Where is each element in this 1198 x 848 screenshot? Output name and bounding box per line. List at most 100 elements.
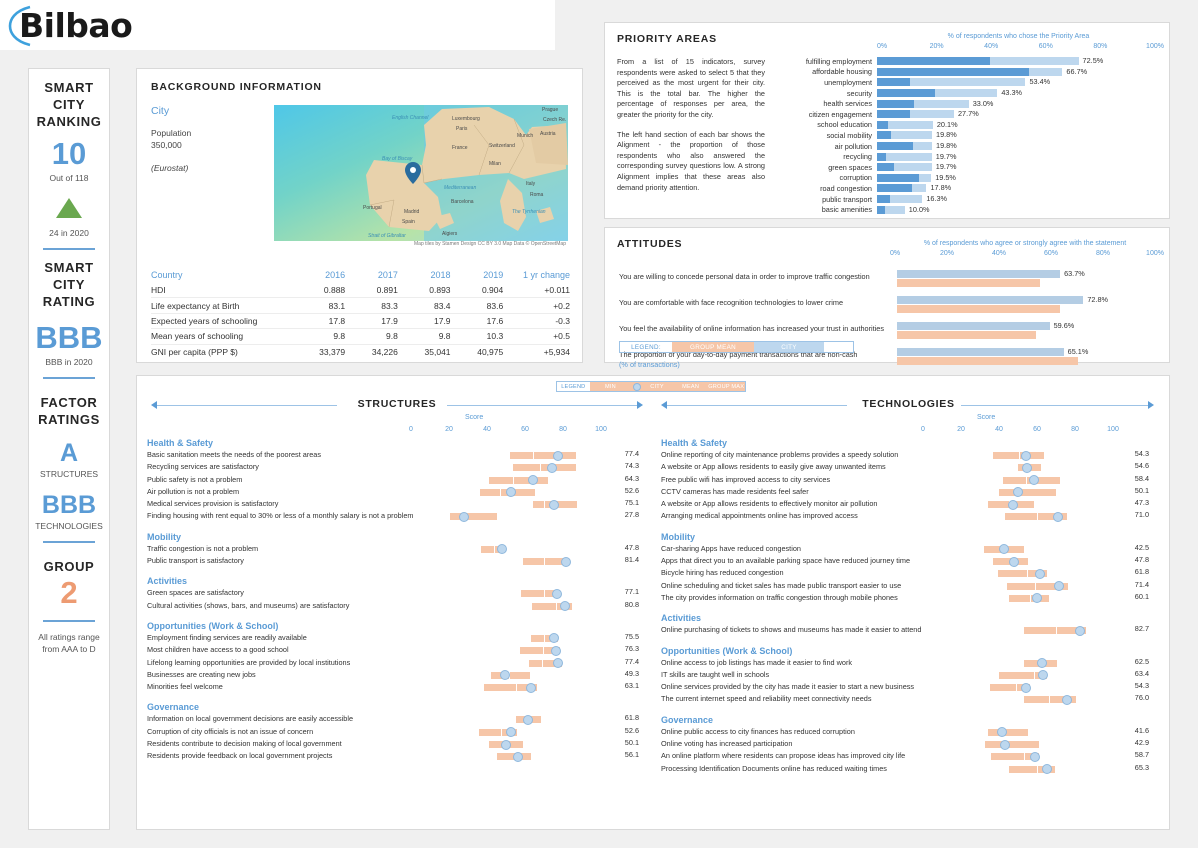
indicator-score-value: 77.4 <box>624 449 639 458</box>
indicator-row: Free public wifi has improved access to … <box>661 474 1156 486</box>
indicator-score-value: 41.6 <box>1134 725 1149 735</box>
priority-total-segment <box>884 205 905 214</box>
smart-city-ranking-title-line2: CITY <box>52 97 85 112</box>
arrow-left-icon <box>661 401 667 409</box>
svg-text:Czech Re.: Czech Re. <box>543 117 566 123</box>
divider <box>43 377 95 379</box>
min-to-mean-segment <box>991 753 1024 761</box>
priority-area-label: fulfilling employment <box>805 56 872 66</box>
city-score-marker <box>1013 487 1024 498</box>
indicator-row: Traffic congestion is not a problem 47.8 <box>147 543 647 555</box>
city-score-marker <box>523 714 534 725</box>
priority-alignment-segment <box>877 173 920 182</box>
min-to-mean-segment <box>999 671 1035 679</box>
priority-bar-track: 72.5% <box>877 56 1155 66</box>
attitude-city-bar <box>897 296 1084 304</box>
priority-area-label: unemployment <box>824 77 872 87</box>
attitude-value-label: 59.6% <box>1053 321 1075 330</box>
indicator-row: Most children have access to a good scho… <box>147 644 647 656</box>
divider <box>43 620 95 622</box>
indicator-row: Basic sanitation meets the needs of the … <box>147 449 647 461</box>
indicator-label: Apps that direct you to an available par… <box>661 556 911 566</box>
svg-text:Munich: Munich <box>517 133 533 139</box>
indicator-row: Residents provide feedback on local gove… <box>147 750 647 762</box>
city-dot-icon <box>633 383 642 391</box>
indicator-range-plot <box>411 543 601 555</box>
priority-alignment-segment <box>877 195 890 204</box>
indicator-label: Residents provide feedback on local gove… <box>147 751 333 761</box>
indicator-label: Free public wifi has improved access to … <box>661 474 831 484</box>
city-score-marker <box>997 727 1008 738</box>
priority-alignment-segment <box>877 57 990 66</box>
indicator-row: Online purchasing of tickets to shows an… <box>661 624 1156 636</box>
city-score-marker <box>999 739 1010 750</box>
indicator-value: 10.3 <box>450 328 504 345</box>
country-indicators-table: Country 2016 2017 2018 2019 1 yr change … <box>151 269 570 359</box>
indicator-range-plot <box>411 726 601 738</box>
axis-tick: 80% <box>1093 43 1108 50</box>
indicator-range-plot <box>411 449 601 461</box>
min-to-mean-segment <box>1023 627 1056 635</box>
indicator-score-value: 74.3 <box>624 461 639 471</box>
indicator-range-plot <box>923 543 1113 555</box>
priority-bar-row: school education 20.1% <box>785 120 1155 131</box>
min-to-mean-segment <box>531 602 557 610</box>
priority-area-label: public transport <box>822 194 872 204</box>
priority-area-label: road congestion <box>820 183 872 193</box>
city-score-marker <box>552 588 563 599</box>
country-table-body: HDI 0.888 0.891 0.893 0.904 +0.011 Life expect… <box>151 283 570 359</box>
indicator-score-value: 76.0 <box>1134 693 1149 703</box>
summary-sidebar: SMART CITY RANKING 10 Out of 118 24 in 2… <box>28 68 110 830</box>
indicator-row: Corruption of city officials is not an i… <box>147 726 647 738</box>
min-to-mean-segment <box>530 634 544 642</box>
city-score-marker <box>998 544 1009 555</box>
indicator-range-plot <box>411 587 601 599</box>
priority-alignment-segment <box>877 184 913 193</box>
min-to-mean-segment <box>987 501 1010 509</box>
attitude-bar-track: 65.1% <box>897 347 1153 367</box>
priority-bar-track: 19.8% <box>877 141 1155 151</box>
priority-total-segment <box>912 184 927 193</box>
indicator-label: Employment finding services are readily … <box>147 632 307 642</box>
priority-value-label: 66.7% <box>1066 66 1088 76</box>
priority-area-label: security <box>846 88 872 98</box>
app-header: Bilbao <box>0 0 555 50</box>
indicator-range-plot <box>923 681 1113 693</box>
indicators-legend: LEGEND MIN CITY MEAN GROUP MAX <box>556 381 746 392</box>
indicator-range-plot <box>923 763 1113 775</box>
min-to-mean-segment <box>521 590 544 598</box>
axis-tick: 80 <box>559 426 567 433</box>
indicator-row: Online scheduling and ticket sales has m… <box>661 580 1156 592</box>
priority-value-label: 19.7% <box>935 151 957 161</box>
arrow-right-icon <box>637 401 643 409</box>
priority-total-segment <box>910 78 1026 87</box>
indicator-range-plot <box>923 555 1113 567</box>
indicator-score-value: 47.8 <box>1134 555 1149 565</box>
min-to-mean-segment <box>488 476 513 484</box>
indicator-label: Car-sharing Apps have reduced congestion <box>661 543 801 553</box>
indicator-name: Mean years of schooling <box>151 328 293 345</box>
smart-city-ranking-title-line3: RANKING <box>36 114 102 129</box>
structures-rating-value: A <box>59 439 79 467</box>
city-score-marker <box>1021 682 1032 693</box>
indicator-label: Online purchasing of tickets to shows an… <box>661 625 922 635</box>
indicator-value: 17.9 <box>397 313 451 330</box>
priority-bar-row: public transport 16.3% <box>785 194 1155 205</box>
col-2018: 2018 <box>430 270 451 280</box>
indicator-row: Businesses are creating new jobs 49.3 <box>147 669 647 681</box>
attitude-row: You are comfortable with face recognitio… <box>619 295 1155 317</box>
indicator-label: Green spaces are satisfactory <box>147 588 244 598</box>
mean-to-groupmax-segment <box>1019 488 1057 496</box>
indicator-value: 40,975 <box>477 346 504 357</box>
city-score-marker <box>1007 499 1018 510</box>
priority-bars-container: fulfilling employment 72.5% affordable hou… <box>785 56 1155 215</box>
indicator-row: A website or App allows residents to eas… <box>661 461 1156 473</box>
priority-area-label: basic amenities <box>821 205 872 215</box>
data-source: (Eurostat) <box>151 163 189 173</box>
indicator-row: Public safety is not a problem 64.3 <box>147 474 647 486</box>
city-score-marker <box>1021 450 1032 461</box>
indicator-range-plot <box>923 624 1113 636</box>
priority-value-label: 20.1% <box>936 119 958 129</box>
indicator-row: An online platform where residents can p… <box>661 750 1156 762</box>
attitude-row: You are willing to concede personal data… <box>619 269 1155 291</box>
